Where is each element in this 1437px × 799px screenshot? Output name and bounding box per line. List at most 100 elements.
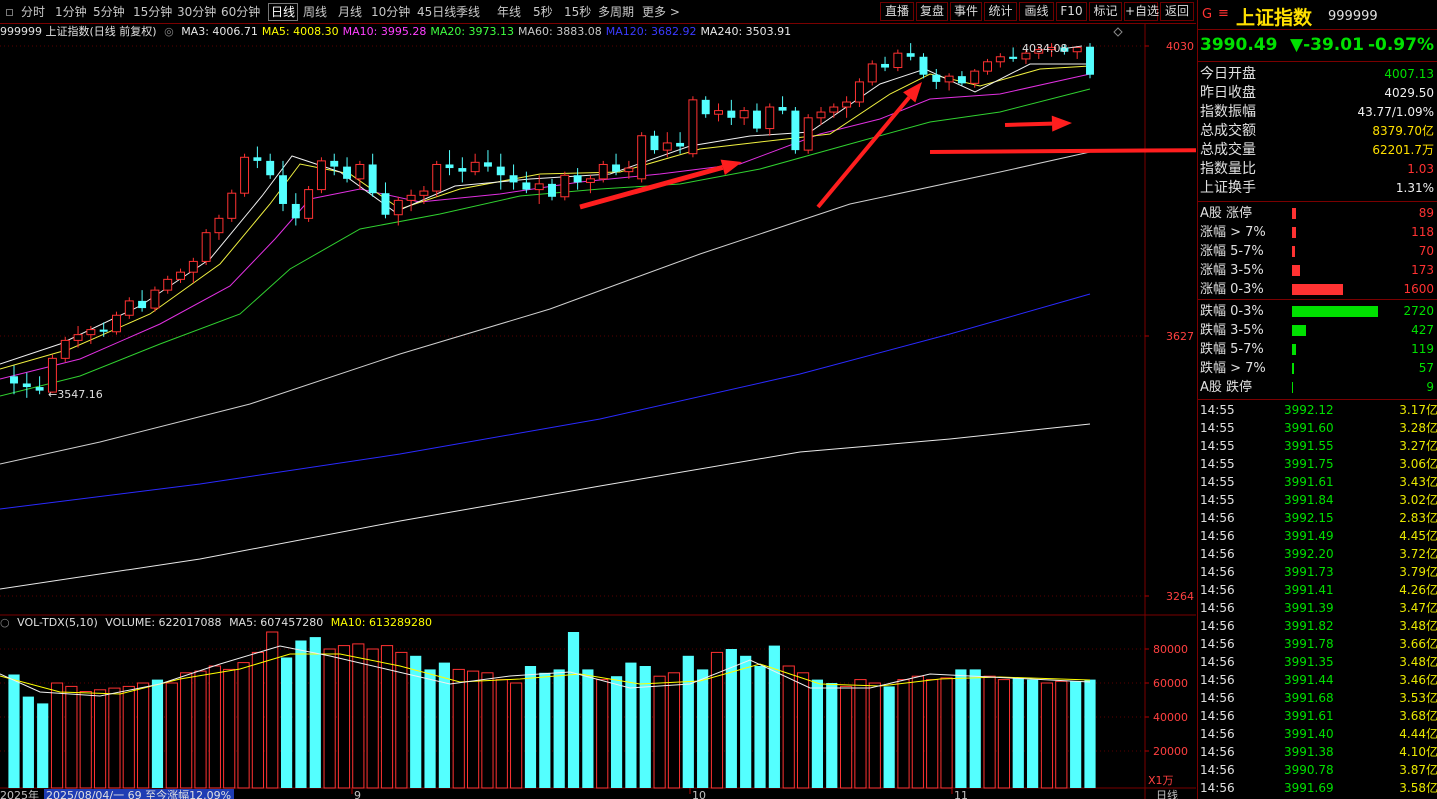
candle-body-6: [86, 329, 96, 336]
breadth-bar: [1292, 265, 1300, 276]
tick-row-10: 14:56 3991.41 4.26亿: [1198, 581, 1437, 599]
candle-body-26: [343, 166, 352, 179]
menu-icon[interactable]: ≡: [1218, 6, 1229, 21]
breadth-bar: [1292, 363, 1294, 374]
breadth-separator-top: [1198, 201, 1437, 202]
tick-time: 14:55: [1200, 457, 1235, 471]
candle-body-16: [214, 217, 224, 234]
period-tab-8[interactable]: 月线: [338, 4, 362, 20]
toolbar-button-5[interactable]: F10: [1056, 2, 1087, 21]
breadth-value: 118: [1411, 225, 1434, 239]
breadth-bar: [1292, 208, 1297, 219]
vol-legend: ○ VOL-TDX(5,10) VOLUME: 622017088 MA5: 6…: [0, 616, 436, 630]
period-tab-14[interactable]: 15秒: [564, 4, 591, 20]
toolbar-button-0[interactable]: 直播: [880, 2, 914, 21]
candle-body-42: [548, 183, 556, 197]
period-tab-0[interactable]: 分时: [21, 4, 45, 20]
period-tab-4[interactable]: 30分钟: [177, 4, 216, 20]
candle-body-10: [138, 300, 147, 309]
breadth-up-row-1: 涨幅 > 7% 118: [1198, 223, 1437, 242]
toolbar-button-1[interactable]: 复盘: [916, 2, 948, 21]
period-tab-15[interactable]: 多周期: [598, 4, 634, 20]
tick-price: 3991.39: [1284, 601, 1334, 615]
tick-time: 14:55: [1200, 439, 1235, 453]
vol-legend-ma5: MA5: 607457280: [229, 616, 324, 629]
period-tab-3[interactable]: 15分钟: [133, 4, 172, 20]
vol-bar-38: [553, 669, 565, 788]
toolbar-button-7[interactable]: +自选: [1124, 2, 1159, 21]
tick-price: 3991.38: [1284, 745, 1334, 759]
candle-body-28: [368, 164, 377, 194]
period-tab-13[interactable]: 5秒: [533, 4, 553, 20]
vol-bar-62: [897, 679, 910, 789]
group-flag-icon[interactable]: G: [1202, 7, 1212, 22]
chart-area[interactable]: 4030 3627 3264 4034.08 ←3547.16 80000 60000 400…: [0, 24, 1196, 799]
breadth-bar: [1292, 325, 1306, 336]
stat-label: 上证换手: [1200, 180, 1256, 196]
year-label: 2025年: [0, 788, 39, 799]
tick-volume: 3.43亿: [1399, 475, 1437, 489]
ma60-line: [0, 151, 1091, 465]
candle-body-41: [534, 183, 544, 191]
month-label-0: 9: [354, 789, 361, 799]
high-annotation: 4034.08: [1022, 42, 1068, 55]
breadth-label: A股 跌停: [1200, 380, 1253, 395]
tick-row-19: 14:56 3991.38 4.10亿: [1198, 743, 1437, 761]
candle-body-7: [99, 329, 108, 332]
ma-legend-item-6: MA240: 3503.91: [700, 25, 792, 38]
period-tab-5[interactable]: 60分钟: [221, 4, 260, 20]
period-tab-9[interactable]: 10分钟: [371, 4, 410, 20]
stat-value: 43.77/1.09%: [1357, 105, 1434, 119]
breadth-label: 跌幅 3-5%: [1200, 323, 1264, 338]
period-tab-12[interactable]: 年线: [497, 4, 521, 20]
price-axis-label-2: 3264: [1166, 590, 1194, 603]
vol-bar-71: [1027, 679, 1039, 788]
stat-row-3: 总成交额 8379.70亿: [1198, 122, 1437, 141]
breadth-bar: [1292, 284, 1343, 295]
toolbar-button-2[interactable]: 事件: [950, 2, 982, 21]
tick-price: 3991.44: [1284, 673, 1334, 687]
vol-bar-50: [725, 649, 737, 788]
ma10-line: [0, 73, 1091, 380]
candle-body-27: [355, 163, 365, 180]
stat-label: 昨日收盘: [1200, 85, 1256, 101]
candle-body-19: [253, 157, 262, 161]
breadth-up-row-3: 涨幅 3-5% 173: [1198, 261, 1437, 280]
stat-row-2: 指数振幅 43.77/1.09%: [1198, 103, 1437, 122]
candle-body-18: [240, 156, 250, 194]
period-tab-1[interactable]: 1分钟: [55, 4, 87, 20]
candle-body-17: [227, 192, 237, 219]
chart-canvas[interactable]: 4030 3627 3264 4034.08 ←3547.16 80000 60000 400…: [0, 24, 1196, 799]
period-tab-7[interactable]: 周线: [303, 4, 327, 20]
period-tab-6[interactable]: 日线: [268, 3, 299, 21]
toolbar-button-4[interactable]: 画线: [1019, 2, 1054, 21]
candle-body-74: [957, 76, 966, 84]
period-tab-16[interactable]: 更多 >: [642, 4, 680, 20]
toolbar-checkbox[interactable]: [6, 9, 13, 16]
toolbar-button-6[interactable]: 标记: [1089, 2, 1122, 21]
stat-value: 62201.7万: [1372, 143, 1434, 157]
toolbar-button-8[interactable]: 返回: [1160, 2, 1194, 21]
vol-bar-2: [37, 703, 49, 788]
candle-body-68: [881, 63, 890, 68]
vol-bar-64: [926, 679, 939, 789]
candle-body-60: [778, 107, 787, 111]
period-tab-2[interactable]: 5分钟: [93, 4, 125, 20]
vol-bar-41: [596, 679, 609, 789]
breadth-value: 119: [1411, 342, 1434, 356]
breadth-value: 427: [1411, 323, 1434, 337]
tick-price: 3991.68: [1284, 691, 1334, 705]
vol-bar-58: [840, 685, 853, 789]
vol-bar-17: [251, 651, 264, 789]
period-tab-10[interactable]: 45日线: [417, 4, 456, 20]
candle-body-58: [752, 110, 761, 129]
vol-legend-ma10: MA10: 613289280: [330, 616, 432, 629]
vol-bar-29: [424, 669, 436, 788]
tick-row-3: 14:55 3991.75 3.06亿: [1198, 455, 1437, 473]
vol-bar-33: [481, 672, 494, 789]
breadth-value: 173: [1411, 263, 1434, 277]
period-tab-11[interactable]: 季线: [456, 4, 480, 20]
candle-body-23: [304, 189, 314, 219]
breadth-down-row-4: A股 跌停 9: [1198, 378, 1437, 397]
toolbar-button-3[interactable]: 统计: [984, 2, 1017, 21]
